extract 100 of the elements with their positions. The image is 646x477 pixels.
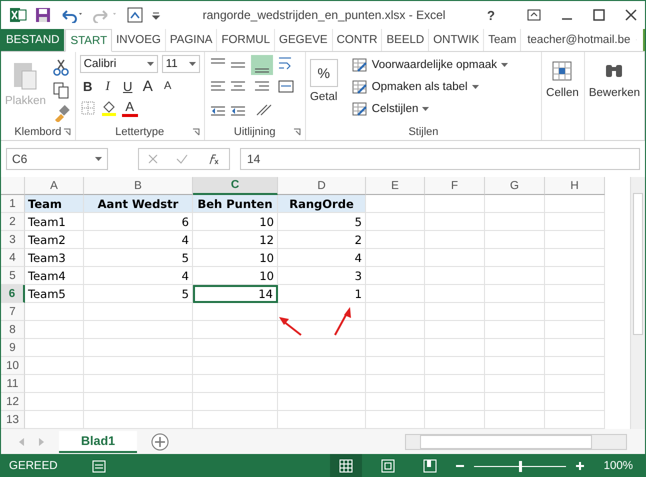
dialog-launcher-icon[interactable] bbox=[292, 128, 301, 136]
row-header[interactable]: 10 bbox=[1, 357, 25, 375]
table-cell: 10 bbox=[193, 249, 278, 267]
ribbon-tab[interactable]: BEELD bbox=[382, 29, 430, 51]
caret-icon bbox=[188, 62, 196, 66]
column-header[interactable]: H bbox=[545, 177, 605, 195]
table-cell: 4 bbox=[278, 249, 366, 267]
ribbon-tab[interactable]: FORMUL bbox=[217, 29, 276, 51]
empty-cell bbox=[545, 393, 605, 411]
row-header[interactable]: 9 bbox=[1, 339, 25, 357]
column-header[interactable]: G bbox=[485, 177, 545, 195]
format-button[interactable]: B bbox=[80, 77, 96, 95]
status-text: GEREED bbox=[9, 460, 58, 472]
grow-font-button[interactable]: A bbox=[140, 77, 156, 95]
checkmark-icon[interactable] bbox=[176, 154, 188, 164]
account-name[interactable]: teacher@hotmail.be bbox=[521, 29, 636, 51]
ribbon-tab[interactable]: PAGINA bbox=[166, 29, 218, 51]
grid-icon bbox=[338, 459, 353, 473]
column-header[interactable]: A bbox=[25, 177, 84, 195]
column-header[interactable]: E bbox=[366, 177, 425, 195]
number-format-button[interactable]: % Getal bbox=[310, 55, 338, 124]
empty-cell bbox=[485, 393, 545, 411]
style-grid-icon bbox=[352, 101, 368, 117]
styles-menu-button[interactable]: Voorwaardelijke opmaak bbox=[372, 59, 497, 71]
save-icon[interactable] bbox=[35, 7, 51, 23]
group-label: Uitlijning bbox=[234, 126, 276, 138]
font-size-field[interactable]: 11 bbox=[162, 55, 200, 73]
style-grid-icon bbox=[352, 79, 368, 95]
format-button[interactable]: I bbox=[100, 77, 116, 95]
maximize-icon[interactable] bbox=[593, 9, 605, 21]
table-cell: 1 bbox=[278, 285, 366, 303]
table-cell: RangOrde bbox=[278, 195, 366, 213]
zoom-out-icon[interactable] bbox=[456, 462, 464, 470]
caret-icon[interactable] bbox=[501, 62, 508, 68]
table-cell: 6 bbox=[84, 213, 193, 231]
help-button[interactable]: ? bbox=[487, 8, 495, 22]
ribbon-display-icon[interactable] bbox=[527, 9, 541, 21]
caret-icon[interactable] bbox=[472, 84, 479, 90]
empty-cell bbox=[545, 303, 605, 321]
empty-cell bbox=[545, 231, 605, 249]
row-header[interactable]: 4 bbox=[1, 249, 25, 267]
normal-view-button[interactable] bbox=[330, 454, 362, 477]
shrink-font-button[interactable]: A bbox=[160, 77, 176, 95]
styles-menu-button[interactable]: Celstijlen bbox=[372, 103, 418, 115]
empty-cell bbox=[545, 267, 605, 285]
copy-icon[interactable] bbox=[52, 81, 70, 99]
styles-menu-button[interactable]: Opmaken als tabel bbox=[372, 81, 468, 93]
table-cell: 5 bbox=[84, 285, 193, 303]
empty-cell bbox=[366, 267, 425, 285]
ribbon-tab[interactable]: ONTWIK bbox=[429, 29, 484, 51]
add-sheet-icon[interactable] bbox=[151, 432, 170, 450]
ribbon-tab[interactable]: CONTR bbox=[332, 29, 382, 51]
ribbon-tab[interactable]: Team bbox=[484, 29, 522, 51]
vertical-scrollbar[interactable] bbox=[630, 177, 645, 429]
name-box[interactable]: C6 bbox=[6, 148, 108, 170]
zoom-in-icon[interactable] bbox=[576, 462, 584, 470]
excel-logo-icon[interactable] bbox=[9, 6, 27, 24]
table-cell: 10 bbox=[193, 213, 278, 231]
scissors-icon[interactable] bbox=[52, 58, 70, 76]
caret-icon[interactable] bbox=[422, 106, 430, 112]
empty-cell bbox=[425, 195, 485, 213]
fill-color-icon[interactable] bbox=[100, 99, 118, 117]
row-header[interactable]: 8 bbox=[1, 321, 25, 339]
ribbon-tab[interactable]: BESTAND bbox=[1, 29, 66, 51]
dialog-launcher-icon[interactable] bbox=[62, 128, 71, 136]
borders-icon[interactable] bbox=[80, 100, 96, 116]
font-name-field[interactable]: Calibri bbox=[80, 55, 158, 73]
editing-button[interactable]: Bewerken bbox=[588, 55, 640, 140]
column-header[interactable]: C bbox=[193, 177, 278, 195]
column-header[interactable]: F bbox=[425, 177, 485, 195]
format-button[interactable]: U bbox=[120, 77, 136, 95]
column-header[interactable]: B bbox=[84, 177, 193, 195]
touch-mode-icon[interactable] bbox=[127, 7, 143, 23]
table-cell: Team3 bbox=[25, 249, 84, 267]
dialog-launcher-icon[interactable] bbox=[192, 128, 200, 136]
row-header[interactable]: 3 bbox=[1, 231, 25, 249]
customize-caret-icon[interactable] bbox=[151, 10, 161, 20]
row-header[interactable]: 12 bbox=[1, 393, 25, 411]
zoom-level[interactable]: 100% bbox=[604, 460, 633, 472]
font-color-button[interactable]: A bbox=[122, 99, 138, 117]
column-header[interactable]: D bbox=[278, 177, 366, 195]
row-header[interactable]: 7 bbox=[1, 303, 25, 321]
cells-button[interactable]: Cellen bbox=[546, 55, 579, 140]
row-header[interactable]: 1 bbox=[1, 195, 25, 213]
horizontal-scrollbar[interactable] bbox=[405, 434, 627, 450]
formula-field[interactable]: 14 bbox=[240, 148, 640, 170]
page-break-icon bbox=[422, 459, 437, 473]
row-header[interactable]: 13 bbox=[1, 411, 25, 429]
sheet-tab[interactable]: Blad1 bbox=[59, 430, 138, 452]
row-header[interactable]: 2 bbox=[1, 213, 25, 231]
macro-record-icon[interactable] bbox=[92, 459, 106, 473]
row-header[interactable]: 6 bbox=[1, 285, 25, 303]
row-header[interactable]: 11 bbox=[1, 375, 25, 393]
close-icon[interactable] bbox=[625, 9, 637, 21]
row-header[interactable]: 5 bbox=[1, 267, 25, 285]
ribbon-tab[interactable]: START bbox=[65, 29, 112, 52]
table-cell: 5 bbox=[84, 249, 193, 267]
ribbon-tab[interactable]: INVOEG bbox=[112, 29, 166, 51]
ribbon-tab[interactable]: GEGEVE bbox=[275, 29, 333, 51]
table-cell: 2 bbox=[278, 231, 366, 249]
